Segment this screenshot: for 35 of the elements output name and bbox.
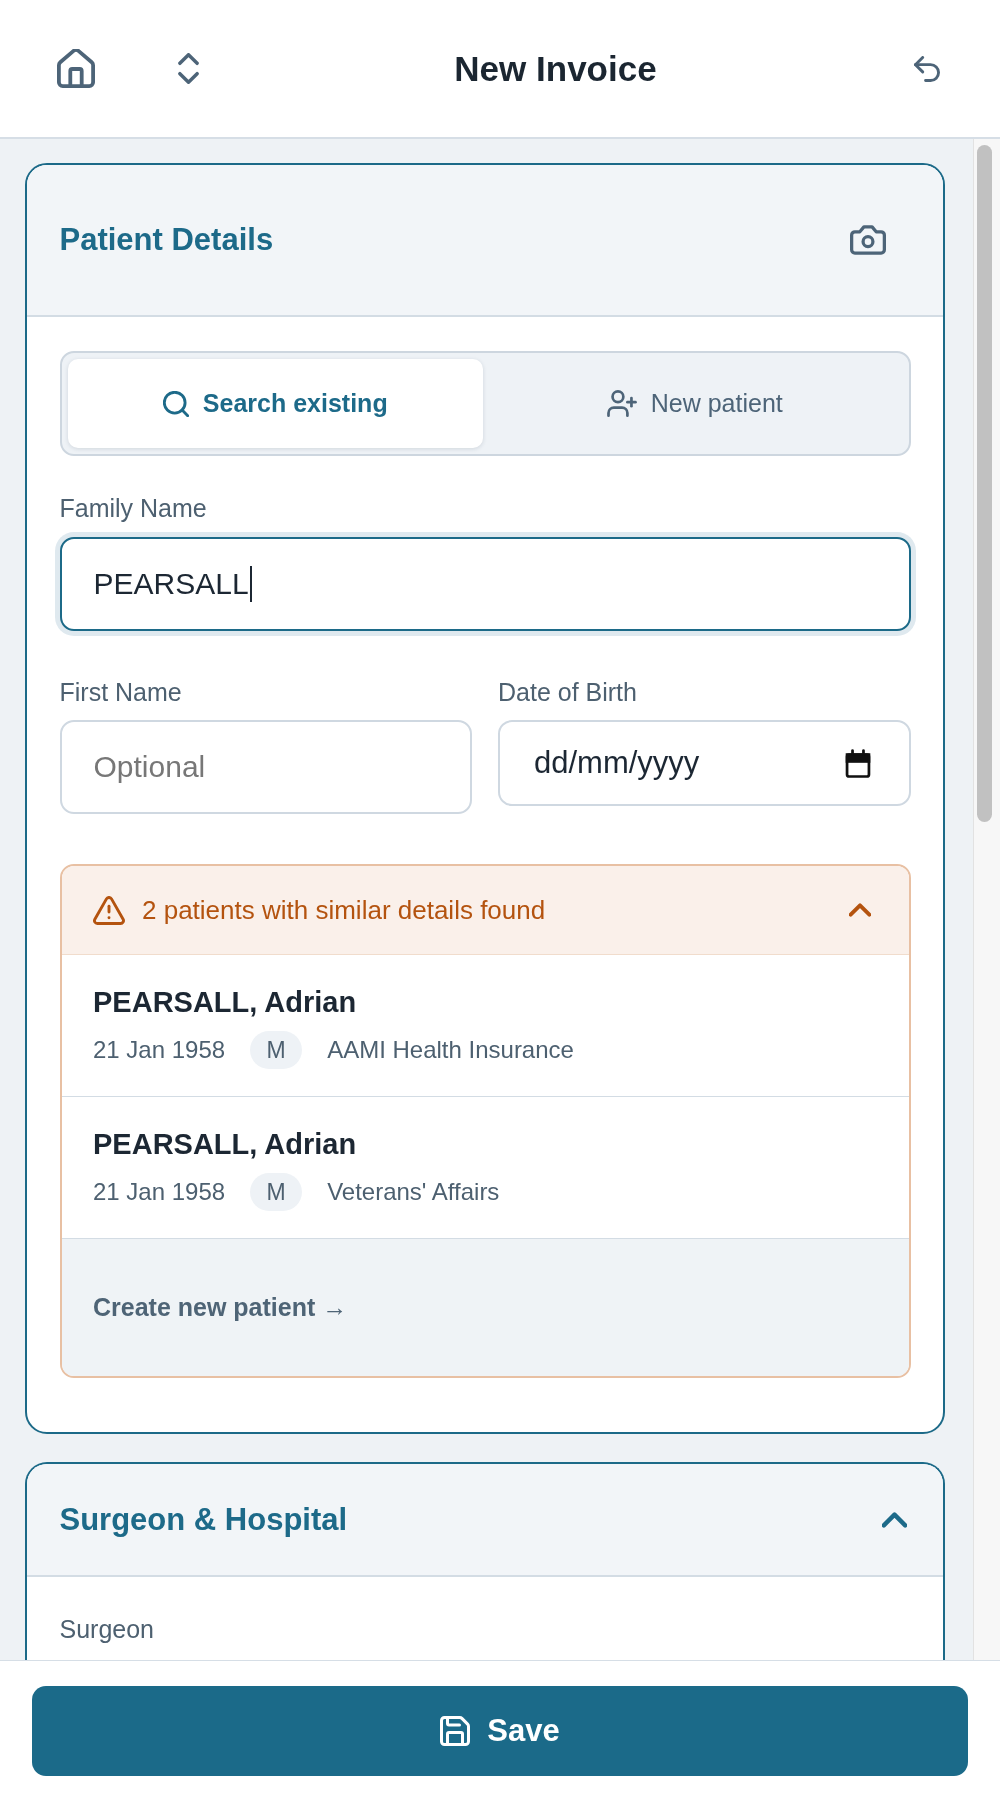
save-button[interactable]: Save	[32, 1685, 968, 1776]
chevron-up-icon[interactable]	[882, 1511, 907, 1528]
patient-name: PEARSALL, Adrian	[93, 985, 358, 1019]
tab[interactable]: New patient	[487, 359, 903, 448]
camera-icon[interactable]	[850, 225, 886, 255]
scrollbar-thumb[interactable]	[977, 145, 992, 822]
home-icon[interactable]	[57, 49, 95, 88]
field-label: Family Name	[59, 494, 208, 522]
field-label: First Name	[59, 678, 183, 706]
section-title: Surgeon & Hospital	[59, 1501, 348, 1538]
field-label: Date of Birth	[498, 678, 638, 706]
user-plus-icon	[606, 390, 637, 417]
page-title: New Invoice	[453, 48, 658, 89]
chevron-up-icon[interactable]	[849, 903, 871, 917]
scrollbar[interactable]	[973, 139, 1000, 1660]
alert-message: 2 patients with similar details found	[142, 894, 546, 926]
create-patient-link[interactable]: Create new patient →	[93, 1292, 348, 1322]
birth-date: 21 Jan 1958	[93, 1036, 226, 1064]
field-label: Surgeon	[59, 1615, 156, 1643]
patient-name: PEARSALL, Adrian	[93, 1127, 358, 1161]
search-icon	[162, 390, 189, 417]
input-field[interactable]: Optional	[59, 720, 472, 814]
undo-icon[interactable]	[912, 55, 942, 82]
tab[interactable]: Search existing	[67, 359, 483, 448]
insurer-name: AAMI Health Insurance	[327, 1036, 574, 1064]
insurer-name: Veterans' Affairs	[327, 1178, 500, 1206]
date-field[interactable]: dd/mm/yyyy	[498, 720, 911, 806]
save-icon	[440, 1715, 471, 1746]
warning-icon	[93, 895, 125, 925]
birth-date: 21 Jan 1958	[93, 1178, 226, 1206]
section-title: Patient Details	[59, 222, 274, 258]
up-down-chevron-icon[interactable]	[178, 53, 199, 84]
sex-badge: M	[250, 1173, 303, 1211]
calendar-icon[interactable]	[844, 748, 871, 778]
sex-badge: M	[250, 1031, 303, 1069]
